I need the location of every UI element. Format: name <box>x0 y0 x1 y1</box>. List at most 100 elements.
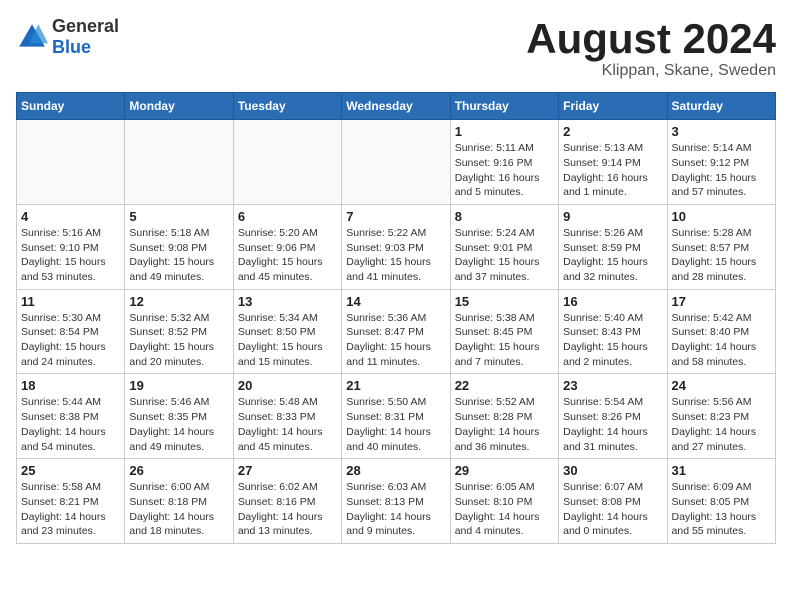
day-info: Sunrise: 5:58 AM Sunset: 8:21 PM Dayligh… <box>21 480 120 539</box>
calendar-cell <box>233 120 341 205</box>
day-info: Sunrise: 5:32 AM Sunset: 8:52 PM Dayligh… <box>129 311 228 370</box>
day-header-wednesday: Wednesday <box>342 93 450 120</box>
day-number: 23 <box>563 378 662 393</box>
day-number: 29 <box>455 463 554 478</box>
day-header-tuesday: Tuesday <box>233 93 341 120</box>
day-info: Sunrise: 5:20 AM Sunset: 9:06 PM Dayligh… <box>238 226 337 285</box>
day-number: 25 <box>21 463 120 478</box>
calendar-cell <box>17 120 125 205</box>
calendar-cell: 20 Sunrise: 5:48 AM Sunset: 8:33 PM Dayli… <box>233 374 341 459</box>
day-info: Sunrise: 5:56 AM Sunset: 8:23 PM Dayligh… <box>672 395 771 454</box>
calendar-cell: 25 Sunrise: 5:58 AM Sunset: 8:21 PM Dayli… <box>17 459 125 544</box>
day-info: Sunrise: 6:03 AM Sunset: 8:13 PM Dayligh… <box>346 480 445 539</box>
day-number: 26 <box>129 463 228 478</box>
day-info: Sunrise: 6:02 AM Sunset: 8:16 PM Dayligh… <box>238 480 337 539</box>
day-number: 5 <box>129 209 228 224</box>
day-header-saturday: Saturday <box>667 93 775 120</box>
day-number: 17 <box>672 294 771 309</box>
calendar-cell: 30Sunrise: 6:07 AM Sunset: 8:08 PM Dayli… <box>559 459 667 544</box>
day-info: Sunrise: 5:54 AM Sunset: 8:26 PM Dayligh… <box>563 395 662 454</box>
day-info: Sunrise: 5:22 AM Sunset: 9:03 PM Dayligh… <box>346 226 445 285</box>
calendar-cell: 5 Sunrise: 5:18 AM Sunset: 9:08 PM Daylig… <box>125 204 233 289</box>
calendar-cell: 10 Sunrise: 5:28 AM Sunset: 8:57 PM Dayli… <box>667 204 775 289</box>
day-info: Sunrise: 6:09 AM Sunset: 8:05 PM Dayligh… <box>672 480 771 539</box>
calendar-cell: 29 Sunrise: 6:05 AM Sunset: 8:10 PM Dayli… <box>450 459 558 544</box>
calendar-cell: 26 Sunrise: 6:00 AM Sunset: 8:18 PM Dayli… <box>125 459 233 544</box>
calendar-cell <box>342 120 450 205</box>
month-title: August 2024 <box>526 16 776 62</box>
day-number: 8 <box>455 209 554 224</box>
calendar-cell: 23 Sunrise: 5:54 AM Sunset: 8:26 PM Dayli… <box>559 374 667 459</box>
calendar-week-row: 25 Sunrise: 5:58 AM Sunset: 8:21 PM Dayli… <box>17 459 776 544</box>
calendar-cell: 28Sunrise: 6:03 AM Sunset: 8:13 PM Dayli… <box>342 459 450 544</box>
day-info: Sunrise: 5:11 AM Sunset: 9:16 PM Dayligh… <box>455 141 554 200</box>
calendar-cell: 31 Sunrise: 6:09 AM Sunset: 8:05 PM Dayli… <box>667 459 775 544</box>
day-number: 15 <box>455 294 554 309</box>
day-info: Sunrise: 5:48 AM Sunset: 8:33 PM Dayligh… <box>238 395 337 454</box>
day-header-sunday: Sunday <box>17 93 125 120</box>
day-info: Sunrise: 5:26 AM Sunset: 8:59 PM Dayligh… <box>563 226 662 285</box>
day-info: Sunrise: 5:13 AM Sunset: 9:14 PM Dayligh… <box>563 141 662 200</box>
day-number: 30 <box>563 463 662 478</box>
day-number: 7 <box>346 209 445 224</box>
calendar-cell: 15 Sunrise: 5:38 AM Sunset: 8:45 PM Dayli… <box>450 289 558 374</box>
day-number: 16 <box>563 294 662 309</box>
day-info: Sunrise: 6:05 AM Sunset: 8:10 PM Dayligh… <box>455 480 554 539</box>
calendar-cell <box>125 120 233 205</box>
day-number: 2 <box>563 124 662 139</box>
calendar-cell: 27Sunrise: 6:02 AM Sunset: 8:16 PM Dayli… <box>233 459 341 544</box>
day-header-thursday: Thursday <box>450 93 558 120</box>
calendar-cell: 24Sunrise: 5:56 AM Sunset: 8:23 PM Dayli… <box>667 374 775 459</box>
calendar-cell: 17 Sunrise: 5:42 AM Sunset: 8:40 PM Dayli… <box>667 289 775 374</box>
logo-text: General Blue <box>52 16 119 58</box>
day-number: 1 <box>455 124 554 139</box>
day-number: 31 <box>672 463 771 478</box>
day-info: Sunrise: 5:30 AM Sunset: 8:54 PM Dayligh… <box>21 311 120 370</box>
day-number: 19 <box>129 378 228 393</box>
logo-icon <box>16 21 48 53</box>
calendar-cell: 14Sunrise: 5:36 AM Sunset: 8:47 PM Dayli… <box>342 289 450 374</box>
day-info: Sunrise: 5:18 AM Sunset: 9:08 PM Dayligh… <box>129 226 228 285</box>
logo: General Blue <box>16 16 119 58</box>
day-info: Sunrise: 5:16 AM Sunset: 9:10 PM Dayligh… <box>21 226 120 285</box>
calendar-cell: 16 Sunrise: 5:40 AM Sunset: 8:43 PM Dayli… <box>559 289 667 374</box>
calendar-cell: 13 Sunrise: 5:34 AM Sunset: 8:50 PM Dayli… <box>233 289 341 374</box>
calendar-cell: 3 Sunrise: 5:14 AM Sunset: 9:12 PM Daylig… <box>667 120 775 205</box>
day-info: Sunrise: 5:14 AM Sunset: 9:12 PM Dayligh… <box>672 141 771 200</box>
calendar-cell: 8Sunrise: 5:24 AM Sunset: 9:01 PM Daylig… <box>450 204 558 289</box>
calendar-cell: 9 Sunrise: 5:26 AM Sunset: 8:59 PM Daylig… <box>559 204 667 289</box>
day-info: Sunrise: 5:40 AM Sunset: 8:43 PM Dayligh… <box>563 311 662 370</box>
calendar-cell: 18 Sunrise: 5:44 AM Sunset: 8:38 PM Dayli… <box>17 374 125 459</box>
day-info: Sunrise: 5:42 AM Sunset: 8:40 PM Dayligh… <box>672 311 771 370</box>
calendar-cell: 1 Sunrise: 5:11 AM Sunset: 9:16 PM Daylig… <box>450 120 558 205</box>
day-number: 22 <box>455 378 554 393</box>
day-info: Sunrise: 6:00 AM Sunset: 8:18 PM Dayligh… <box>129 480 228 539</box>
day-info: Sunrise: 5:28 AM Sunset: 8:57 PM Dayligh… <box>672 226 771 285</box>
calendar-header-row: SundayMondayTuesdayWednesdayThursdayFrid… <box>17 93 776 120</box>
calendar-cell: 21Sunrise: 5:50 AM Sunset: 8:31 PM Dayli… <box>342 374 450 459</box>
calendar-cell: 22Sunrise: 5:52 AM Sunset: 8:28 PM Dayli… <box>450 374 558 459</box>
calendar-week-row: 11 Sunrise: 5:30 AM Sunset: 8:54 PM Dayli… <box>17 289 776 374</box>
calendar-cell: 19Sunrise: 5:46 AM Sunset: 8:35 PM Dayli… <box>125 374 233 459</box>
calendar-cell: 12Sunrise: 5:32 AM Sunset: 8:52 PM Dayli… <box>125 289 233 374</box>
day-number: 20 <box>238 378 337 393</box>
day-number: 4 <box>21 209 120 224</box>
calendar-cell: 2 Sunrise: 5:13 AM Sunset: 9:14 PM Daylig… <box>559 120 667 205</box>
day-number: 3 <box>672 124 771 139</box>
calendar-week-row: 1 Sunrise: 5:11 AM Sunset: 9:16 PM Daylig… <box>17 120 776 205</box>
day-info: Sunrise: 5:44 AM Sunset: 8:38 PM Dayligh… <box>21 395 120 454</box>
calendar-table: SundayMondayTuesdayWednesdayThursdayFrid… <box>16 92 776 544</box>
day-number: 18 <box>21 378 120 393</box>
calendar-cell: 4 Sunrise: 5:16 AM Sunset: 9:10 PM Daylig… <box>17 204 125 289</box>
day-number: 9 <box>563 209 662 224</box>
day-number: 6 <box>238 209 337 224</box>
calendar-cell: 7 Sunrise: 5:22 AM Sunset: 9:03 PM Daylig… <box>342 204 450 289</box>
day-info: Sunrise: 5:34 AM Sunset: 8:50 PM Dayligh… <box>238 311 337 370</box>
day-number: 10 <box>672 209 771 224</box>
day-header-friday: Friday <box>559 93 667 120</box>
day-info: Sunrise: 5:38 AM Sunset: 8:45 PM Dayligh… <box>455 311 554 370</box>
calendar-week-row: 4 Sunrise: 5:16 AM Sunset: 9:10 PM Daylig… <box>17 204 776 289</box>
day-number: 11 <box>21 294 120 309</box>
day-number: 13 <box>238 294 337 309</box>
day-number: 14 <box>346 294 445 309</box>
